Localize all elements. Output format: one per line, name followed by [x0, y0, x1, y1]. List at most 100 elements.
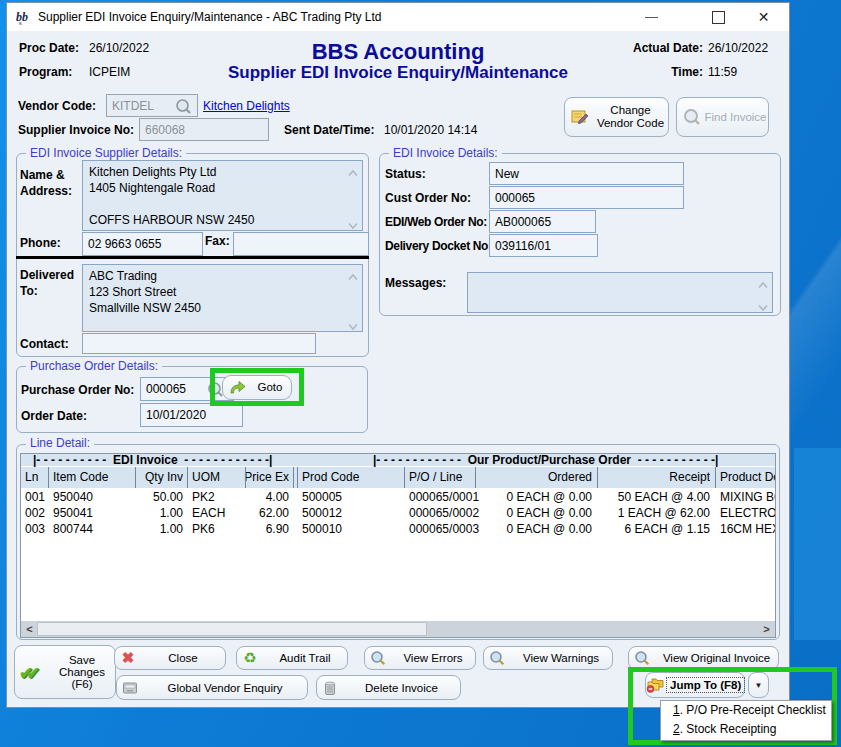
cust-order-value: 000065	[495, 191, 535, 205]
menu-item[interactable]: 1. P/O Pre-Receipt Checklist	[661, 701, 831, 720]
order-date-label: Order Date:	[21, 409, 87, 423]
band-edi-invoice: |- - - - - - - - - - EDI Invoice - - - -…	[33, 453, 272, 467]
maximize-button[interactable]	[704, 3, 733, 31]
horizontal-scrollbar[interactable]: < >	[21, 621, 775, 637]
section-divider	[16, 256, 369, 259]
table-cell: 800744	[53, 522, 131, 536]
column-separator[interactable]	[187, 467, 188, 488]
column-header[interactable]: Ordered	[480, 470, 592, 484]
table-cell: 1.00	[121, 522, 183, 536]
scroll-down-icon[interactable]	[757, 300, 769, 308]
column-separator[interactable]	[293, 467, 294, 488]
column-separator[interactable]	[297, 467, 298, 488]
menu-item[interactable]: 2. Stock Receipting	[661, 720, 831, 739]
close-button[interactable]: ✖ Close	[114, 646, 226, 670]
find-invoice-button[interactable]: Find Invoice	[676, 97, 769, 137]
change-vendor-code-button[interactable]: Change Vendor Code	[564, 97, 669, 137]
column-separator[interactable]	[245, 467, 246, 488]
name-address-textarea[interactable]: Kitchen Delights Pty Ltd 1405 Nightengal…	[82, 160, 363, 231]
column-separator[interactable]	[48, 467, 49, 488]
table-row[interactable]: 00195004050.00PK24.00500005000065/00010 …	[21, 489, 775, 505]
desktop: bb s Supplier EDI Invoice Enquiry/Mainte…	[0, 0, 841, 747]
column-header[interactable]: Price Ex	[229, 470, 289, 484]
delete-invoice-button[interactable]: Delete Invoice	[316, 675, 461, 700]
column-separator[interactable]	[597, 467, 598, 488]
scroll-up-icon[interactable]	[347, 269, 359, 277]
table-cell: 6.90	[229, 522, 289, 536]
column-header[interactable]: Receipt	[598, 470, 710, 484]
column-header[interactable]: Product De	[720, 470, 776, 484]
table-cell: 4.00	[229, 490, 289, 504]
register-icon	[117, 680, 143, 696]
messages-label: Messages:	[385, 276, 446, 290]
view-errors-button[interactable]: View Errors	[364, 646, 476, 670]
status-input[interactable]: New	[489, 162, 684, 185]
contact-label: Contact:	[20, 337, 69, 351]
scroll-down-icon[interactable]	[347, 319, 359, 327]
cust-order-input[interactable]: 000065	[489, 186, 684, 209]
edi-web-order-input[interactable]: AB000065	[489, 210, 596, 233]
vendor-code-value: KITDEL	[112, 99, 154, 113]
save-changes-label: Save Changes (F6)	[49, 654, 115, 690]
close-window-button[interactable]: ✕	[749, 3, 778, 31]
scroll-left-icon[interactable]: <	[22, 621, 37, 637]
table-row[interactable]: 0029500411.00EACH62.00500012000065/00020…	[21, 505, 775, 521]
jump-to-menu: 1. P/O Pre-Receipt Checklist2. Stock Rec…	[660, 700, 832, 741]
table-cell: 50 EACH @ 4.00	[598, 490, 710, 504]
table-header-row: LnItem CodeQty InvUOMPrice ExProd CodeP/…	[21, 467, 775, 488]
actual-date-value: 26/10/2022	[708, 41, 768, 55]
vendor-name-link[interactable]: Kitchen Delights	[203, 99, 290, 113]
column-header[interactable]: Prod Code	[302, 470, 392, 484]
titlebar[interactable]: bb s Supplier EDI Invoice Enquiry/Mainte…	[7, 3, 789, 31]
supplier-invoice-value: 660068	[145, 123, 185, 137]
table-cell: 50.00	[121, 490, 183, 504]
minimize-button[interactable]	[637, 3, 666, 31]
find-invoice-label: Find Invoice	[703, 111, 768, 124]
line-detail-group-label: Line Detail:	[26, 437, 94, 450]
scroll-up-icon[interactable]	[347, 165, 359, 173]
table-cell: 003	[25, 522, 49, 536]
app-icon: bb s	[15, 9, 32, 26]
scroll-up-icon[interactable]	[757, 277, 769, 285]
edi-web-order-label: EDI/Web Order No:	[385, 215, 487, 229]
scrollbar-thumb[interactable]	[37, 622, 427, 636]
phone-value: 02 9663 0655	[88, 237, 161, 251]
save-changes-button[interactable]: ✔✔ Save Changes (F6)	[14, 645, 116, 699]
column-separator[interactable]	[715, 467, 716, 488]
cust-order-label: Cust Order No:	[385, 191, 471, 205]
column-header[interactable]: Qty Inv	[121, 470, 183, 484]
phone-input[interactable]: 02 9663 0655	[82, 232, 203, 256]
purchase-order-no-label: Purchase Order No:	[21, 383, 134, 397]
delivery-docket-label: Delivery Docket No:	[385, 239, 492, 253]
audit-trail-button[interactable]: ♻ Audit Trail	[236, 646, 348, 670]
view-warnings-button[interactable]: View Warnings	[483, 646, 613, 670]
messages-textarea[interactable]	[467, 272, 773, 313]
magnifier-icon	[681, 108, 703, 126]
view-warnings-label: View Warnings	[510, 652, 612, 664]
vendor-lookup-icon[interactable]	[175, 98, 192, 115]
scroll-right-icon[interactable]: >	[759, 621, 774, 637]
change-vendor-label: Change Vendor Code	[593, 104, 668, 130]
fax-input[interactable]	[233, 232, 369, 256]
table-row[interactable]: 0038007441.00PK66.90500010000065/00030 E…	[21, 521, 775, 537]
magnifier-icon	[365, 650, 391, 666]
delivery-docket-input[interactable]: 039116/01	[489, 234, 598, 257]
supplier-invoice-input[interactable]: 660068	[139, 118, 269, 141]
contact-input[interactable]	[82, 333, 316, 354]
trash-icon	[317, 680, 343, 696]
column-header[interactable]: Ln	[25, 470, 49, 484]
scroll-down-icon[interactable]	[347, 218, 359, 226]
order-date-input[interactable]: 10/01/2020	[140, 403, 243, 427]
column-separator[interactable]	[404, 467, 405, 488]
delivered-to-value: ABC Trading 123 Short Street Smallville …	[89, 268, 356, 316]
vendor-code-input[interactable]: KITDEL	[106, 94, 198, 117]
table-cell: 500010	[302, 522, 392, 536]
column-separator[interactable]	[135, 467, 136, 488]
column-separator[interactable]	[475, 467, 476, 488]
magnifier-icon	[629, 650, 655, 666]
column-header[interactable]: Item Code	[53, 470, 131, 484]
global-vendor-enquiry-button[interactable]: Global Vendor Enquiry	[116, 675, 308, 700]
delivered-to-textarea[interactable]: ABC Trading 123 Short Street Smallville …	[82, 264, 363, 332]
delivery-docket-value: 039116/01	[495, 239, 551, 253]
purchase-order-no-value: 000065	[146, 382, 186, 396]
